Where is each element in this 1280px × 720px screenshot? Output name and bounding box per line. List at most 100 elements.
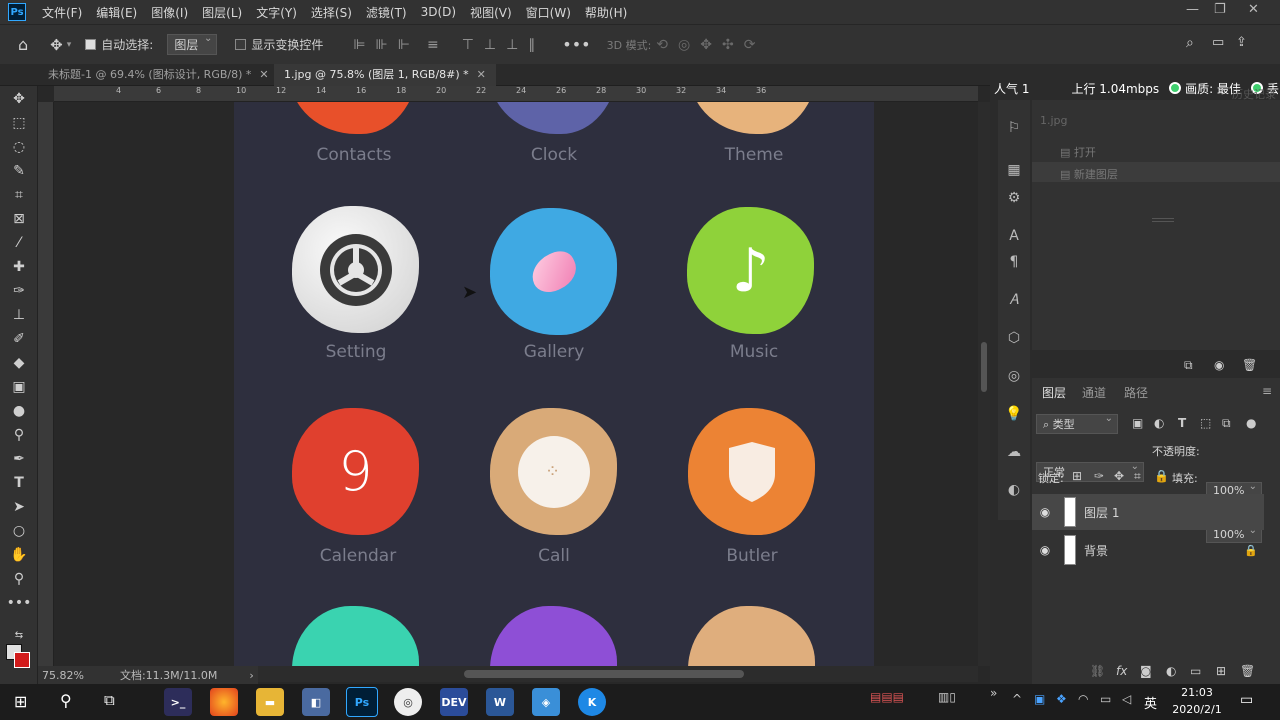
- tray-icon[interactable]: ❖: [1056, 692, 1067, 706]
- layer-row-layer1[interactable]: ◉ 图层 1: [1032, 494, 1264, 530]
- horizontal-scroll-thumb[interactable]: [464, 670, 744, 678]
- filter-pixel-icon[interactable]: ▣: [1132, 416, 1143, 430]
- tray-icon[interactable]: ▣: [1034, 692, 1045, 706]
- distribute-icon[interactable]: ≡: [427, 37, 439, 53]
- notifications-icon[interactable]: ▭: [1240, 692, 1253, 708]
- pan-3d-icon[interactable]: ✥: [700, 37, 712, 53]
- artboard[interactable]: Contacts Clock Theme Setting Gallery Mus…: [234, 102, 874, 666]
- dev-app-icon[interactable]: DEV: [440, 688, 468, 716]
- windows-start-icon[interactable]: ⊞: [14, 692, 27, 711]
- clock-date[interactable]: 2020/2/1: [1166, 703, 1228, 716]
- background-color-swatch[interactable]: [14, 652, 30, 668]
- clock-time[interactable]: 21:03: [1172, 686, 1222, 699]
- mask-icon[interactable]: ◙: [1140, 664, 1152, 678]
- tab-layers[interactable]: 图层: [1042, 384, 1066, 401]
- paragraph-panel-icon[interactable]: ¶: [998, 254, 1030, 270]
- marquee-tool-icon[interactable]: ⬚: [0, 112, 38, 134]
- file-explorer-icon[interactable]: ▬: [256, 688, 284, 716]
- eye-icon[interactable]: ◉: [1032, 543, 1058, 557]
- menu-edit[interactable]: 编辑(E): [96, 4, 137, 21]
- tray-icon[interactable]: ▥▯: [938, 690, 956, 704]
- align-left-icon[interactable]: ⊫: [353, 37, 365, 53]
- frame-tool-icon[interactable]: ⊠: [0, 208, 38, 230]
- menu-help[interactable]: 帮助(H): [585, 4, 627, 21]
- home-icon[interactable]: ⌂: [18, 35, 28, 54]
- share-icon[interactable]: ⇪: [1236, 35, 1247, 50]
- grid-panel-icon[interactable]: ▦: [998, 162, 1030, 178]
- properties-panel-icon[interactable]: ◎: [998, 368, 1030, 384]
- photoshop-taskbar-icon[interactable]: Ps: [346, 687, 378, 717]
- eraser-tool-icon[interactable]: ◆: [0, 352, 38, 374]
- type-tool-icon[interactable]: T: [0, 472, 38, 494]
- close-icon[interactable]: ✕: [259, 68, 268, 81]
- align-right-icon[interactable]: ⊩: [398, 37, 410, 53]
- filter-shape-icon[interactable]: ⬚: [1200, 416, 1211, 430]
- auto-select-checkbox[interactable]: 自动选择:: [85, 36, 153, 53]
- wifi-icon[interactable]: ◠: [1078, 692, 1088, 706]
- more-tools-icon[interactable]: •••: [0, 592, 38, 614]
- app-icon[interactable]: ◧: [302, 688, 330, 716]
- brush-tool-icon[interactable]: ✑: [0, 280, 38, 302]
- restore-icon[interactable]: ❐: [1214, 2, 1226, 17]
- tray-icon[interactable]: ▤▤▤: [870, 690, 904, 704]
- auto-select-dropdown[interactable]: 图层: [167, 33, 218, 55]
- volume-icon[interactable]: ◁: [1122, 692, 1131, 706]
- more-icon[interactable]: •••: [562, 35, 590, 54]
- lock-transparent-icon[interactable]: ⊞: [1072, 469, 1082, 483]
- menu-filter[interactable]: 滤镜(T): [366, 4, 407, 21]
- ellipse-tool-icon[interactable]: ○: [0, 520, 38, 542]
- pen-tool-icon[interactable]: ✒: [0, 448, 38, 470]
- history-tab[interactable]: 历史记录: [1232, 86, 1276, 102]
- stamp-tool-icon[interactable]: ⊥: [0, 304, 38, 326]
- zoom-tool-icon[interactable]: ⚲: [0, 568, 38, 590]
- workspace-icon[interactable]: ▭: [1212, 35, 1224, 50]
- menu-window[interactable]: 窗口(W): [526, 4, 571, 21]
- align-top-icon[interactable]: ⊤: [462, 37, 474, 53]
- history-panel-icon[interactable]: ⚐: [998, 120, 1030, 136]
- healing-brush-icon[interactable]: ✚: [0, 256, 38, 278]
- ime-indicator[interactable]: 英: [1144, 693, 1157, 712]
- menu-select[interactable]: 选择(S): [311, 4, 352, 21]
- horizontal-scrollbar[interactable]: [258, 666, 978, 682]
- quick-select-tool-icon[interactable]: ✎: [0, 160, 38, 182]
- align-center-icon[interactable]: ⊪: [376, 37, 388, 53]
- path-select-icon[interactable]: ➤: [0, 496, 38, 518]
- roll-3d-icon[interactable]: ◎: [678, 37, 690, 53]
- lock-all-icon[interactable]: 🔒: [1154, 469, 1169, 483]
- chevron-up-icon[interactable]: ^: [1012, 692, 1022, 706]
- browser-app-icon[interactable]: ◎: [394, 688, 422, 716]
- panel-menu-icon[interactable]: ≡: [1262, 384, 1272, 398]
- history-item-open[interactable]: ▤ 打开: [1060, 144, 1096, 160]
- minimize-icon[interactable]: —: [1186, 2, 1199, 17]
- swap-colors-icon[interactable]: ⇆: [0, 624, 38, 646]
- vertical-scrollbar[interactable]: [978, 102, 990, 666]
- menu-3d[interactable]: 3D(D): [421, 5, 456, 19]
- expand-icon[interactable]: »: [990, 686, 997, 700]
- menu-type[interactable]: 文字(Y): [256, 4, 297, 21]
- eyedropper-tool-icon[interactable]: ⁄: [0, 232, 38, 254]
- character-panel-icon[interactable]: A: [998, 228, 1030, 244]
- filter-adjust-icon[interactable]: ◐: [1154, 416, 1164, 430]
- chevron-right-icon[interactable]: ›: [249, 669, 253, 682]
- 3d-panel-icon[interactable]: ⬡: [998, 330, 1030, 346]
- tab-untitled[interactable]: 未标题-1 @ 69.4% (图标设计, RGB/8) * ✕: [38, 64, 279, 86]
- zoom-level[interactable]: 75.82%: [42, 669, 84, 682]
- blur-tool-icon[interactable]: ●: [0, 400, 38, 422]
- move-tool-icon[interactable]: ✥: [50, 36, 63, 54]
- dodge-tool-icon[interactable]: ⚲: [0, 424, 38, 446]
- menu-view[interactable]: 视图(V): [470, 4, 512, 21]
- fx-icon[interactable]: fx: [1116, 664, 1127, 678]
- menu-file[interactable]: 文件(F): [42, 4, 82, 21]
- libraries-panel-icon[interactable]: ☁: [998, 444, 1030, 460]
- glyphs-panel-icon[interactable]: 𝐴: [998, 292, 1030, 308]
- camera-icon[interactable]: ◉: [1214, 358, 1224, 372]
- tab-channels[interactable]: 通道: [1082, 384, 1106, 401]
- search-icon[interactable]: ⚲: [60, 691, 72, 710]
- scale-3d-icon[interactable]: ⟳: [744, 37, 756, 53]
- search-icon[interactable]: ⌕: [1186, 35, 1194, 51]
- crop-tool-icon[interactable]: ⌗: [0, 184, 38, 206]
- align-bottom-icon[interactable]: ⊥: [506, 37, 518, 53]
- orbit-3d-icon[interactable]: ⟲: [656, 37, 668, 53]
- chevron-down-icon[interactable]: ▾: [67, 40, 72, 50]
- canvas-area[interactable]: Contacts Clock Theme Setting Gallery Mus…: [54, 102, 978, 666]
